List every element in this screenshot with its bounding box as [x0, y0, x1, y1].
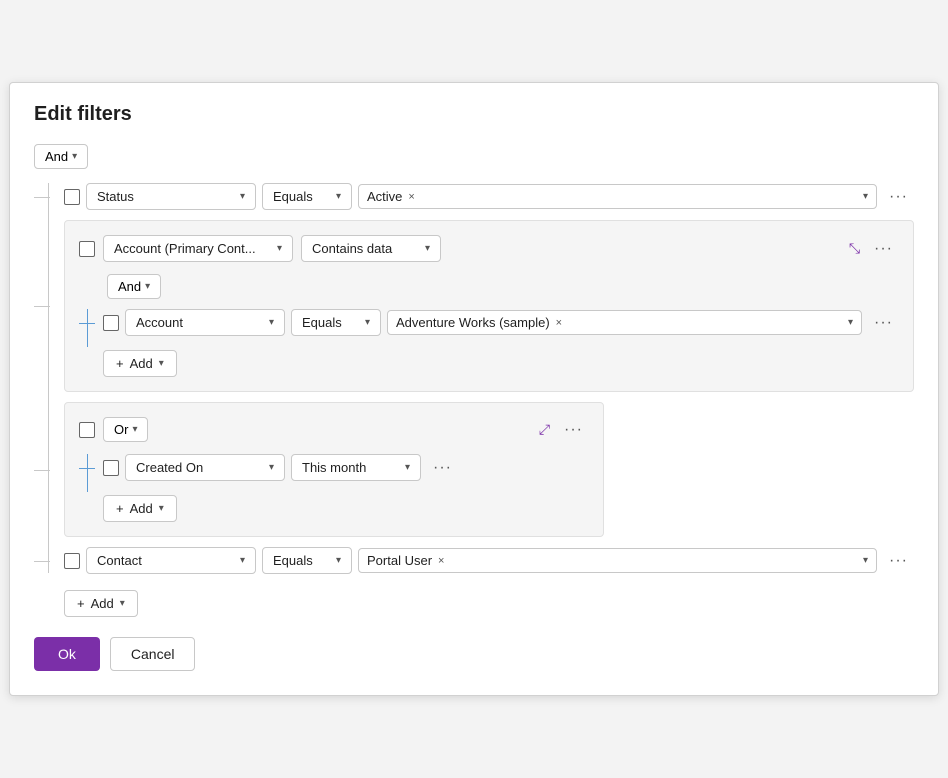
account-inner-logic-label: And: [118, 279, 141, 294]
createdon-checkbox[interactable]: [103, 460, 119, 476]
or-group-collapse-button[interactable]: ⤢: [539, 421, 550, 438]
dialog-title: Edit filters: [34, 103, 914, 126]
account-group-more-button[interactable]: ···: [868, 238, 899, 260]
account-field-dropdown[interactable]: Account (Primary Cont... ▾: [103, 235, 293, 262]
or-group-more-button[interactable]: ···: [558, 419, 589, 441]
contact-row-more-button[interactable]: ···: [883, 550, 914, 572]
add-chevron-inner: ▾: [159, 358, 164, 369]
contact-field-label: Contact: [97, 553, 142, 568]
or-add-icon: +: [116, 501, 124, 516]
or-add-chevron: ▾: [159, 503, 164, 514]
account-group-actions: ⤡ ···: [849, 238, 899, 260]
or-add-label: Add: [130, 501, 153, 516]
account-inner-add-button[interactable]: + Add ▾: [103, 350, 177, 377]
account-group-header: Account (Primary Cont... ▾ Contains data…: [79, 235, 899, 262]
account-inner-value-chevron: ▾: [848, 317, 853, 328]
status-field-chevron: ▾: [240, 191, 245, 202]
or-logic-label: Or: [114, 422, 128, 437]
createdon-row-more-button[interactable]: ···: [427, 457, 458, 479]
account-operator-chevron: ▾: [425, 243, 430, 254]
createdon-field-label: Created On: [136, 460, 203, 475]
contact-value-dropdown[interactable]: Portal User × ▾: [358, 548, 877, 573]
top-logic-label: And: [45, 149, 68, 164]
top-logic-button[interactable]: And ▾: [34, 144, 88, 169]
ok-button[interactable]: Ok: [34, 637, 100, 671]
status-value-close[interactable]: ×: [408, 191, 414, 203]
account-inner-field-dropdown[interactable]: Account ▾: [125, 309, 285, 336]
account-group-collapse-button[interactable]: ⤡: [849, 240, 860, 257]
or-logic-chevron: ▾: [132, 424, 137, 435]
or-group-row: Or ▾ ⤢ ··· Created On ▾: [64, 402, 914, 537]
contact-operator-label: Equals: [273, 553, 313, 568]
contact-operator-dropdown[interactable]: Equals ▾: [262, 547, 352, 574]
account-inner-value-close[interactable]: ×: [556, 317, 562, 329]
account-field-chevron: ▾: [277, 243, 282, 254]
account-inner-filter-row: Account ▾ Equals ▾ Adventure Works (samp…: [103, 309, 899, 336]
or-group-checkbox[interactable]: [79, 422, 95, 438]
status-row-checkbox[interactable]: [64, 189, 80, 205]
createdon-operator-chevron: ▾: [405, 462, 410, 473]
contact-field-dropdown[interactable]: Contact ▾: [86, 547, 256, 574]
or-nested-inner: Created On ▾ This month ▾ ··· + Add ▾: [79, 454, 589, 522]
account-nested-inner: Account ▾ Equals ▾ Adventure Works (samp…: [79, 309, 899, 377]
account-operator-label: Contains data: [312, 241, 392, 256]
status-operator-dropdown[interactable]: Equals ▾: [262, 183, 352, 210]
edit-filters-dialog: Edit filters And ▾ Status ▾ Equals ▾ Act…: [9, 82, 939, 696]
or-logic-button[interactable]: Or ▾: [103, 417, 148, 442]
createdon-operator-label: This month: [302, 460, 366, 475]
createdon-filter-row: Created On ▾ This month ▾ ···: [103, 454, 589, 481]
contact-field-chevron: ▾: [240, 555, 245, 566]
account-nested-group: Account (Primary Cont... ▾ Contains data…: [64, 220, 914, 392]
account-inner-row-more-button[interactable]: ···: [868, 312, 899, 334]
cancel-button[interactable]: Cancel: [110, 637, 196, 671]
account-field-label: Account (Primary Cont...: [114, 241, 256, 256]
or-group-actions: ⤢ ···: [539, 419, 589, 441]
account-group-checkbox[interactable]: [79, 241, 95, 257]
add-label-inner: Add: [130, 356, 153, 371]
account-inner-checkbox[interactable]: [103, 315, 119, 331]
createdon-operator-dropdown[interactable]: This month ▾: [291, 454, 421, 481]
account-operator-dropdown[interactable]: Contains data ▾: [301, 235, 441, 262]
status-field-dropdown[interactable]: Status ▾: [86, 183, 256, 210]
or-nested-group: Or ▾ ⤢ ··· Created On ▾: [64, 402, 604, 537]
main-add-chevron: ▾: [120, 598, 125, 609]
createdon-field-dropdown[interactable]: Created On ▾: [125, 454, 285, 481]
status-value-label: Active: [367, 189, 402, 204]
account-inner-operator-chevron: ▾: [365, 317, 370, 328]
account-inner-value-dropdown[interactable]: Adventure Works (sample) × ▾: [387, 310, 862, 335]
account-inner-logic-row: And ▾: [107, 274, 899, 299]
createdon-field-chevron: ▾: [269, 462, 274, 473]
dialog-footer: Ok Cancel: [34, 637, 914, 671]
account-group-row: Account (Primary Cont... ▾ Contains data…: [64, 220, 914, 392]
main-add-label: Add: [91, 596, 114, 611]
status-value-chevron: ▾: [863, 191, 868, 202]
status-row-more-button[interactable]: ···: [883, 186, 914, 208]
status-operator-chevron: ▾: [336, 191, 341, 202]
account-inner-operator-label: Equals: [302, 315, 342, 330]
contact-operator-chevron: ▾: [336, 555, 341, 566]
contact-value-chevron: ▾: [863, 555, 868, 566]
account-inner-logic-chevron: ▾: [145, 281, 150, 292]
filter-rows-area: Status ▾ Equals ▾ Active × ▾ ··· Acc: [34, 183, 914, 617]
status-filter-row: Status ▾ Equals ▾ Active × ▾ ···: [64, 183, 914, 210]
add-icon-inner: +: [116, 356, 124, 371]
account-inner-value-label: Adventure Works (sample): [396, 315, 550, 330]
or-inner-add-button[interactable]: + Add ▾: [103, 495, 177, 522]
account-inner-operator-dropdown[interactable]: Equals ▾: [291, 309, 381, 336]
contact-row-checkbox[interactable]: [64, 553, 80, 569]
contact-filter-row: Contact ▾ Equals ▾ Portal User × ▾ ···: [64, 547, 914, 574]
top-logic-chevron: ▾: [72, 151, 77, 162]
main-add-icon: +: [77, 596, 85, 611]
account-inner-logic-button[interactable]: And ▾: [107, 274, 161, 299]
status-operator-label: Equals: [273, 189, 313, 204]
account-inner-field-label: Account: [136, 315, 183, 330]
status-value-dropdown[interactable]: Active × ▾: [358, 184, 877, 209]
main-add-button[interactable]: + Add ▾: [64, 590, 138, 617]
account-inner-field-chevron: ▾: [269, 317, 274, 328]
contact-value-label: Portal User: [367, 553, 432, 568]
status-field-label: Status: [97, 189, 134, 204]
or-group-header: Or ▾ ⤢ ···: [79, 417, 589, 442]
contact-value-close[interactable]: ×: [438, 555, 444, 567]
